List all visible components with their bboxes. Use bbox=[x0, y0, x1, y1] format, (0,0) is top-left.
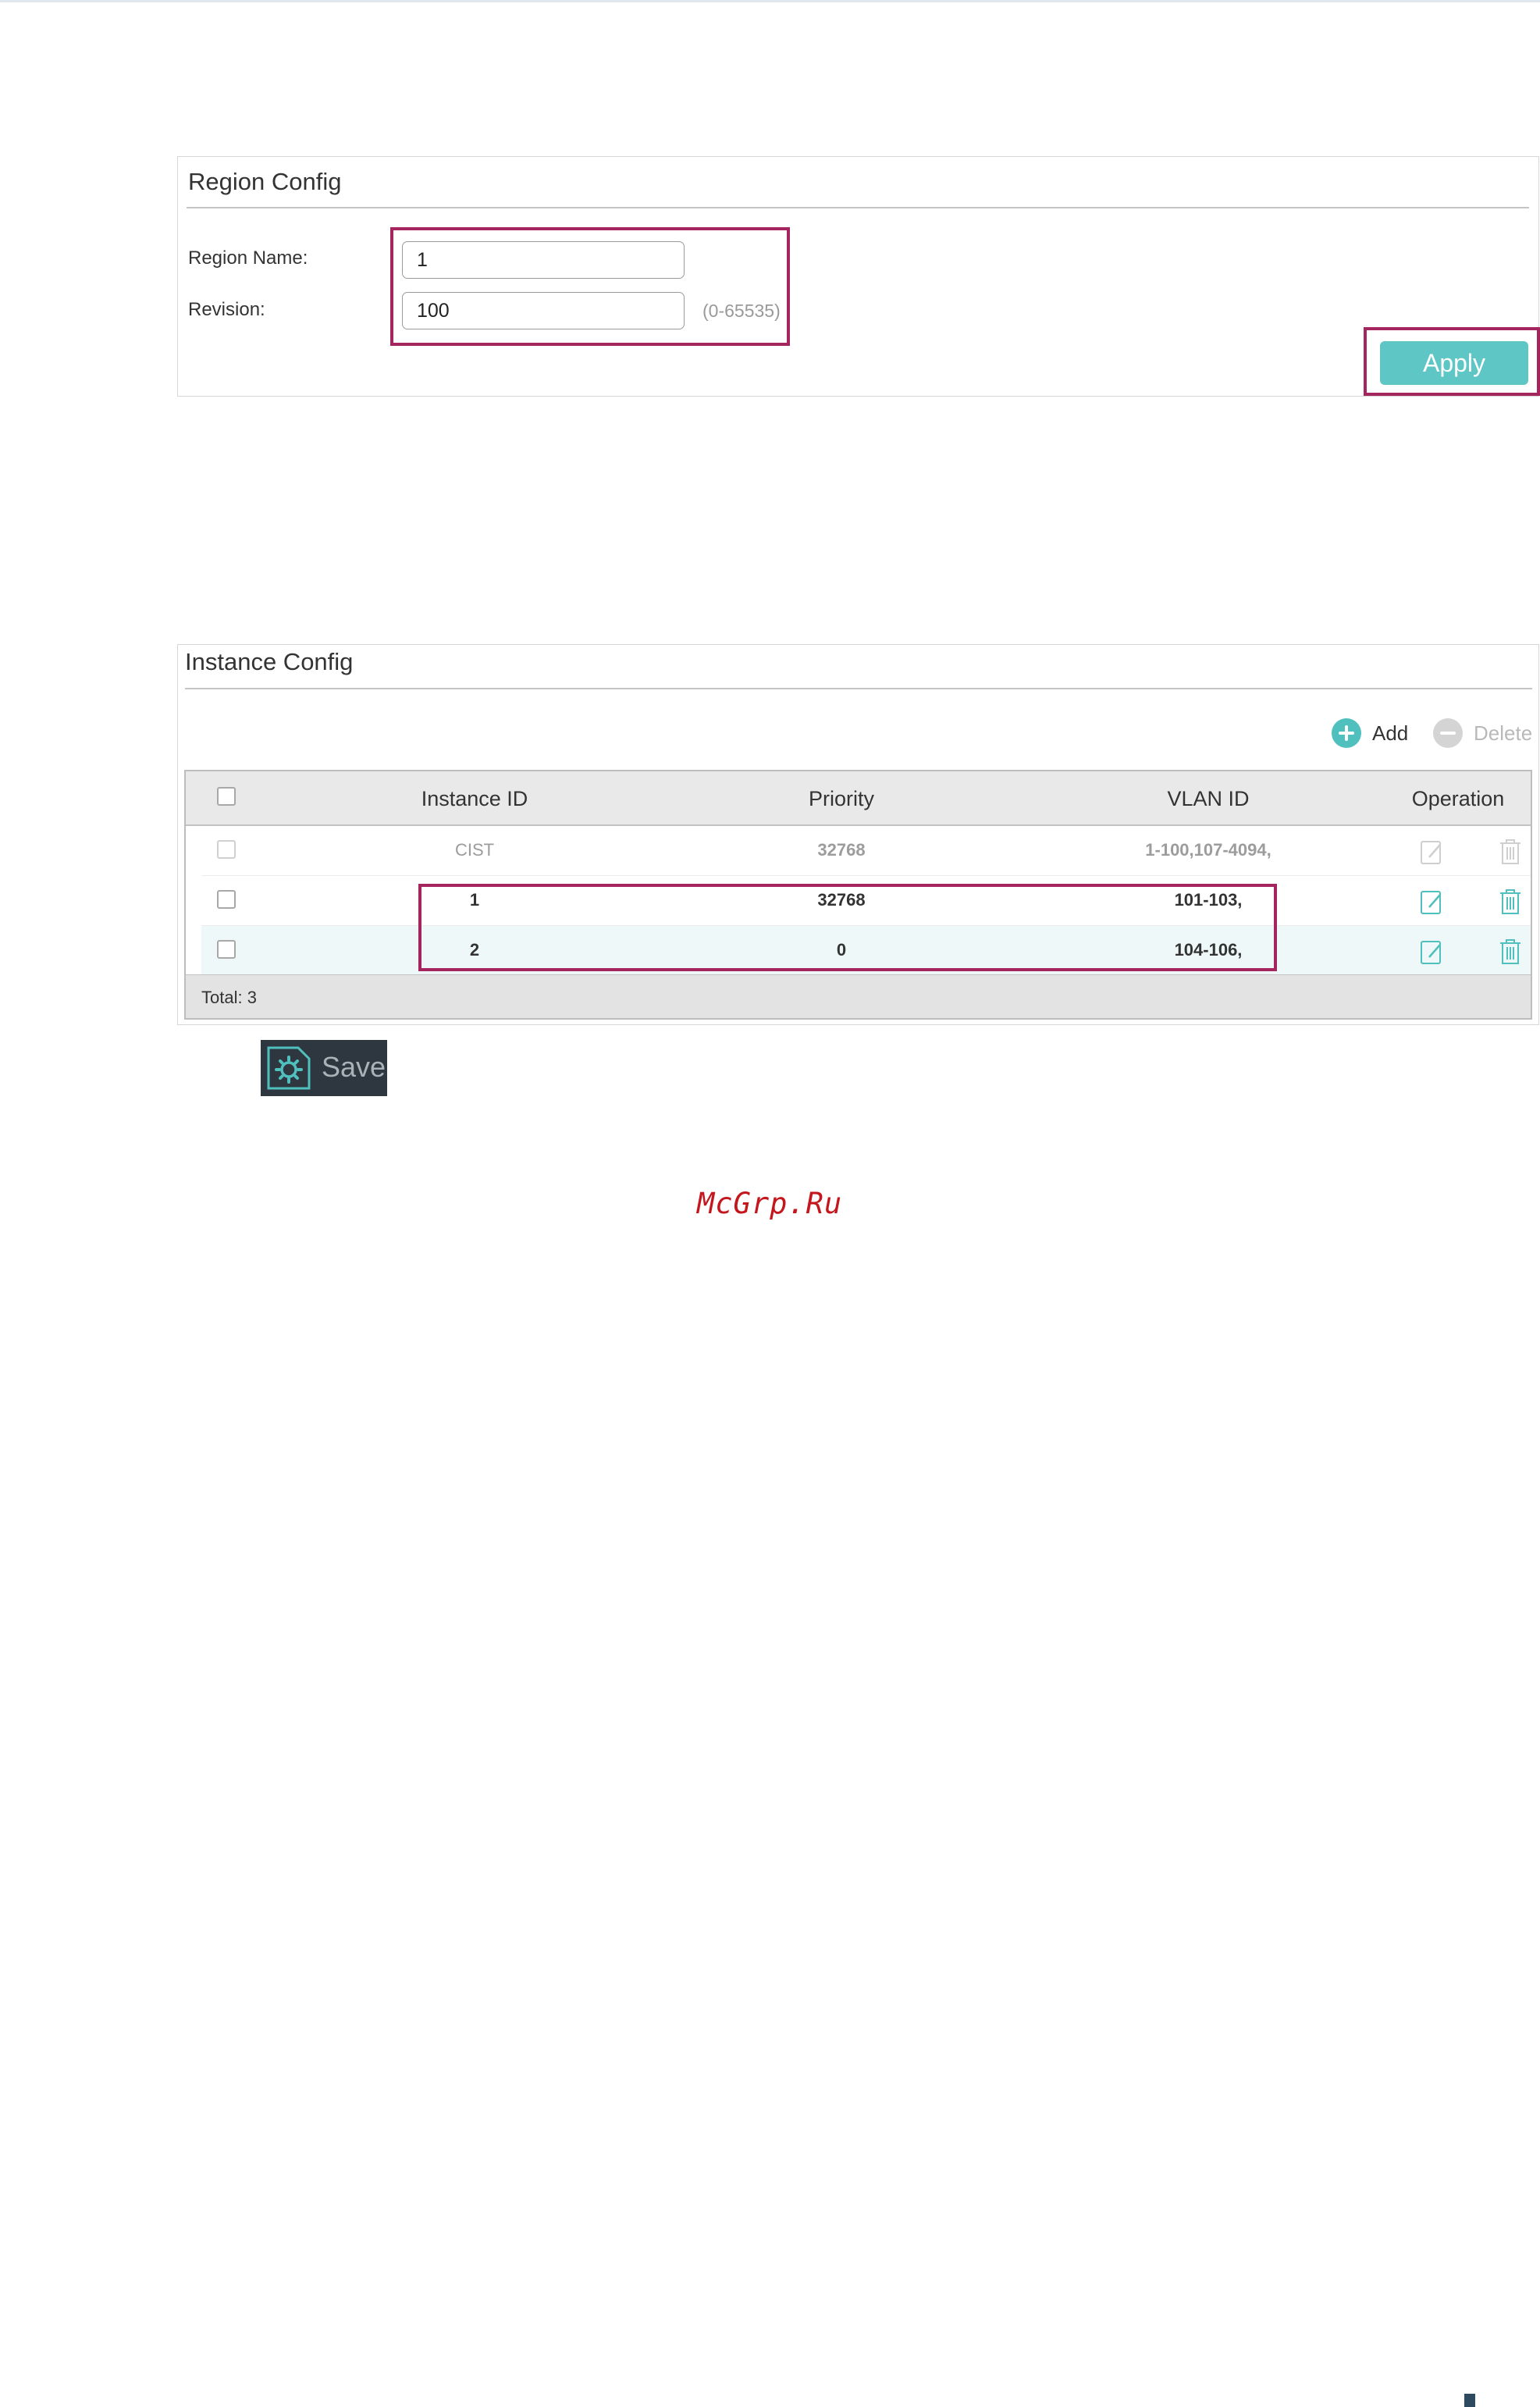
delete-label: Delete bbox=[1474, 721, 1533, 745]
cell-priority: 32768 bbox=[817, 890, 866, 910]
region-config-title: Region Config bbox=[188, 168, 342, 195]
revision-label: Revision: bbox=[188, 299, 265, 320]
cell-instance-id: CIST bbox=[454, 840, 495, 860]
select-all-checkbox[interactable] bbox=[217, 787, 236, 806]
add-button[interactable]: Add bbox=[1332, 718, 1408, 748]
total-count: Total: 3 bbox=[201, 988, 257, 1007]
cell-vlan-id: 104-106, bbox=[1174, 940, 1243, 960]
trash-icon[interactable] bbox=[1497, 937, 1524, 967]
plus-circle-icon bbox=[1332, 718, 1361, 748]
trash-icon[interactable] bbox=[1497, 887, 1524, 917]
instance-config-panel: Instance Config Add Delete Instance ID P… bbox=[177, 644, 1539, 1025]
table-header: Instance ID Priority VLAN ID Operation bbox=[186, 771, 1531, 826]
column-header-operation: Operation bbox=[1411, 787, 1505, 810]
edit-icon[interactable] bbox=[1419, 887, 1446, 917]
minus-circle-icon bbox=[1433, 718, 1463, 748]
table-row: 1 32768 101-103, bbox=[201, 876, 1531, 926]
save-button[interactable]: Save bbox=[261, 1040, 387, 1096]
table-row: CIST 32768 1-100,107-4094, bbox=[201, 826, 1531, 876]
column-header-vlan-id: VLAN ID bbox=[1167, 787, 1250, 810]
watermark-text: McGrp.Ru bbox=[697, 1187, 843, 1220]
region-name-input[interactable] bbox=[402, 241, 685, 279]
instance-config-divider bbox=[185, 688, 1532, 689]
edit-icon[interactable] bbox=[1419, 837, 1446, 867]
row-checkbox[interactable] bbox=[217, 840, 236, 859]
cell-vlan-id: 1-100,107-4094, bbox=[1145, 840, 1271, 860]
region-name-label: Region Name: bbox=[188, 247, 308, 269]
instance-table: Instance ID Priority VLAN ID Operation C… bbox=[184, 770, 1532, 1020]
column-header-instance-id: Instance ID bbox=[421, 787, 528, 810]
delete-button[interactable]: Delete bbox=[1433, 718, 1532, 748]
page-corner-mark bbox=[1464, 2394, 1475, 2407]
trash-icon[interactable] bbox=[1497, 837, 1524, 867]
revision-range-hint: (0-65535) bbox=[702, 301, 781, 321]
cell-priority: 32768 bbox=[817, 840, 866, 860]
instance-config-title: Instance Config bbox=[185, 648, 354, 675]
cell-priority: 0 bbox=[836, 940, 847, 960]
revision-input[interactable] bbox=[402, 292, 685, 329]
column-header-priority: Priority bbox=[808, 787, 874, 810]
region-config-divider bbox=[187, 207, 1529, 208]
top-rule bbox=[0, 0, 1540, 2]
add-label: Add bbox=[1372, 721, 1409, 745]
row-checkbox[interactable] bbox=[217, 940, 236, 959]
table-row: 2 0 104-106, bbox=[201, 926, 1531, 976]
region-config-panel: Region Config Region Name: Revision: (0-… bbox=[177, 156, 1540, 397]
cell-instance-id: 1 bbox=[469, 890, 480, 910]
table-footer: Total: 3 bbox=[186, 974, 1531, 1018]
save-label: Save bbox=[322, 1051, 386, 1083]
save-gear-icon bbox=[267, 1046, 311, 1090]
apply-button[interactable]: Apply bbox=[1380, 341, 1528, 385]
edit-icon[interactable] bbox=[1419, 937, 1446, 967]
row-checkbox[interactable] bbox=[217, 890, 236, 909]
cell-vlan-id: 101-103, bbox=[1174, 890, 1243, 910]
cell-instance-id: 2 bbox=[469, 940, 480, 960]
